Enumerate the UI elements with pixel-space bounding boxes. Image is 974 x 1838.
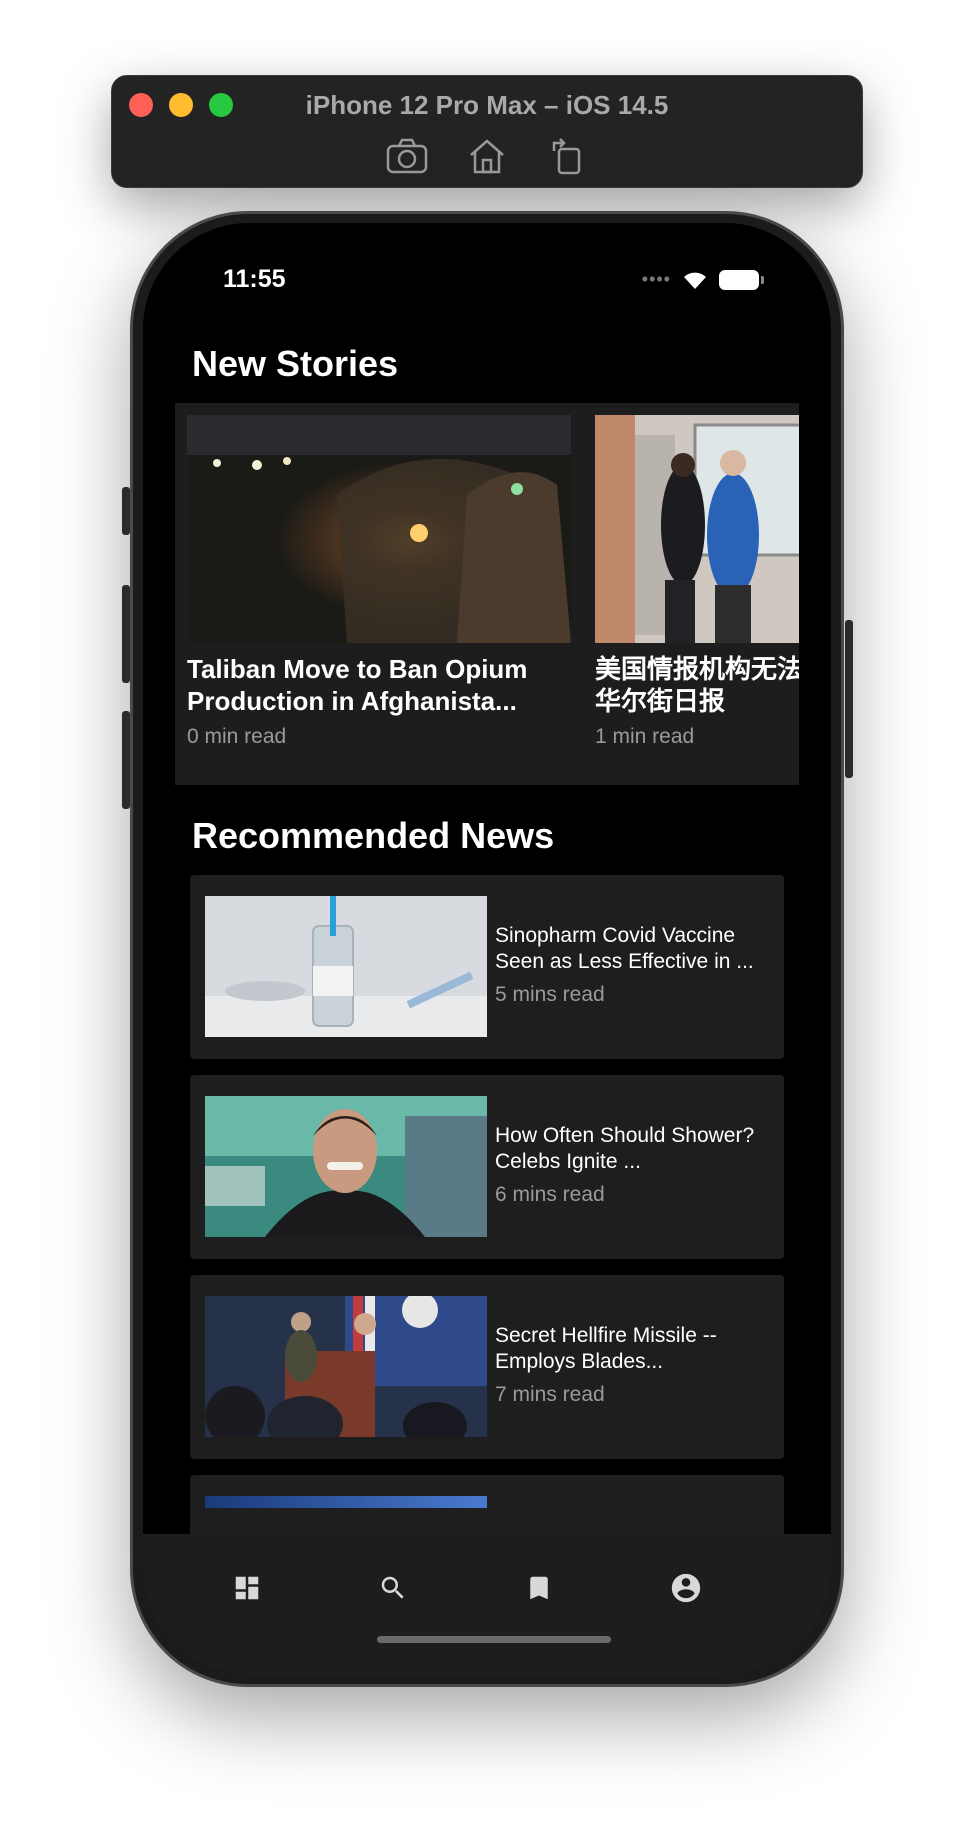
simulator-title: iPhone 12 Pro Max – iOS 14.5 [305, 90, 669, 120]
story-image [187, 415, 571, 643]
mute-switch [122, 487, 130, 535]
stage: iPhone 12 Pro Max – iOS 14.5 11:55 •••• … [0, 0, 974, 1838]
news-read-time: 5 mins read [495, 983, 605, 1006]
power-button[interactable] [845, 620, 853, 778]
wifi-icon [684, 272, 706, 289]
dashboard-icon [235, 1576, 259, 1600]
battery-icon [719, 269, 764, 290]
simulator-title-bar: iPhone 12 Pro Max – iOS 14.5 [111, 75, 863, 188]
news-image [205, 1096, 487, 1237]
account-icon [671, 1573, 701, 1603]
volume-up-button[interactable] [122, 585, 130, 683]
news-read-time: 7 mins read [495, 1383, 605, 1406]
news-text: Sinopharm Covid Vaccine Seen as Less Eff… [495, 923, 780, 1007]
news-title: How Often Should Shower? Celebs Ignite .… [495, 1124, 755, 1173]
story-title: 美国情报机构无法确定病毒起源 - 华尔街日报 [595, 654, 799, 716]
story-image [595, 415, 799, 643]
story-title: Taliban Move to Ban Opium Production in … [187, 654, 528, 716]
simulator-toolbar [112, 134, 862, 178]
news-text: Secret Hellfire Missile -- Employs Blade… [495, 1323, 780, 1407]
news-card[interactable]: Secret Hellfire Missile -- Employs Blade… [190, 1275, 784, 1459]
new-stories-heading: New Stories [192, 343, 399, 384]
phone-screen: 11:55 •••• New Stories Taliban Move to B… [143, 223, 831, 1675]
news-text: How Often Should Shower? Celebs Ignite .… [495, 1123, 780, 1207]
story-read-time: 0 min read [187, 725, 287, 748]
news-image [205, 896, 487, 1037]
tab-dashboard[interactable] [217, 1558, 277, 1618]
news-image [205, 1496, 487, 1508]
story-card[interactable]: Taliban Move to Ban Opium Production in … [187, 415, 571, 749]
tab-account[interactable] [656, 1558, 716, 1618]
news-card[interactable]: How Often Should Shower? Celebs Ignite .… [190, 1075, 784, 1259]
home-indicator[interactable] [377, 1636, 611, 1643]
recommended-news-heading: Recommended News [192, 815, 555, 856]
screenshot-button[interactable] [385, 134, 429, 178]
news-title: Secret Hellfire Missile -- Employs Blade… [495, 1324, 717, 1373]
news-card[interactable]: Sinopharm Covid Vaccine Seen as Less Eff… [190, 875, 784, 1059]
status-time: 11:55 [223, 265, 286, 293]
camera-icon [386, 138, 428, 174]
rotate-icon [552, 138, 581, 175]
status-indicators: •••• [641, 269, 764, 290]
news-title: Sinopharm Covid Vaccine Seen as Less Eff… [495, 924, 754, 973]
bookmark-icon [530, 1576, 548, 1600]
story-card[interactable]: 美国情报机构无法确定病毒起源 - 华尔街日报 1 min read [595, 415, 799, 749]
search-icon [381, 1576, 404, 1599]
rotate-button[interactable] [545, 134, 589, 178]
home-button[interactable] [465, 134, 509, 178]
story-read-time: 1 min read [595, 725, 695, 748]
home-icon [470, 139, 504, 174]
volume-down-button[interactable] [122, 711, 130, 809]
signal-icon: •••• [641, 269, 671, 289]
bottom-tab-bar [143, 1534, 831, 1675]
new-stories-carousel[interactable]: Taliban Move to Ban Opium Production in … [175, 403, 799, 785]
tab-bookmarks[interactable] [509, 1558, 569, 1618]
tab-search[interactable] [363, 1558, 423, 1618]
news-image [205, 1296, 487, 1437]
news-read-time: 6 mins read [495, 1183, 605, 1206]
